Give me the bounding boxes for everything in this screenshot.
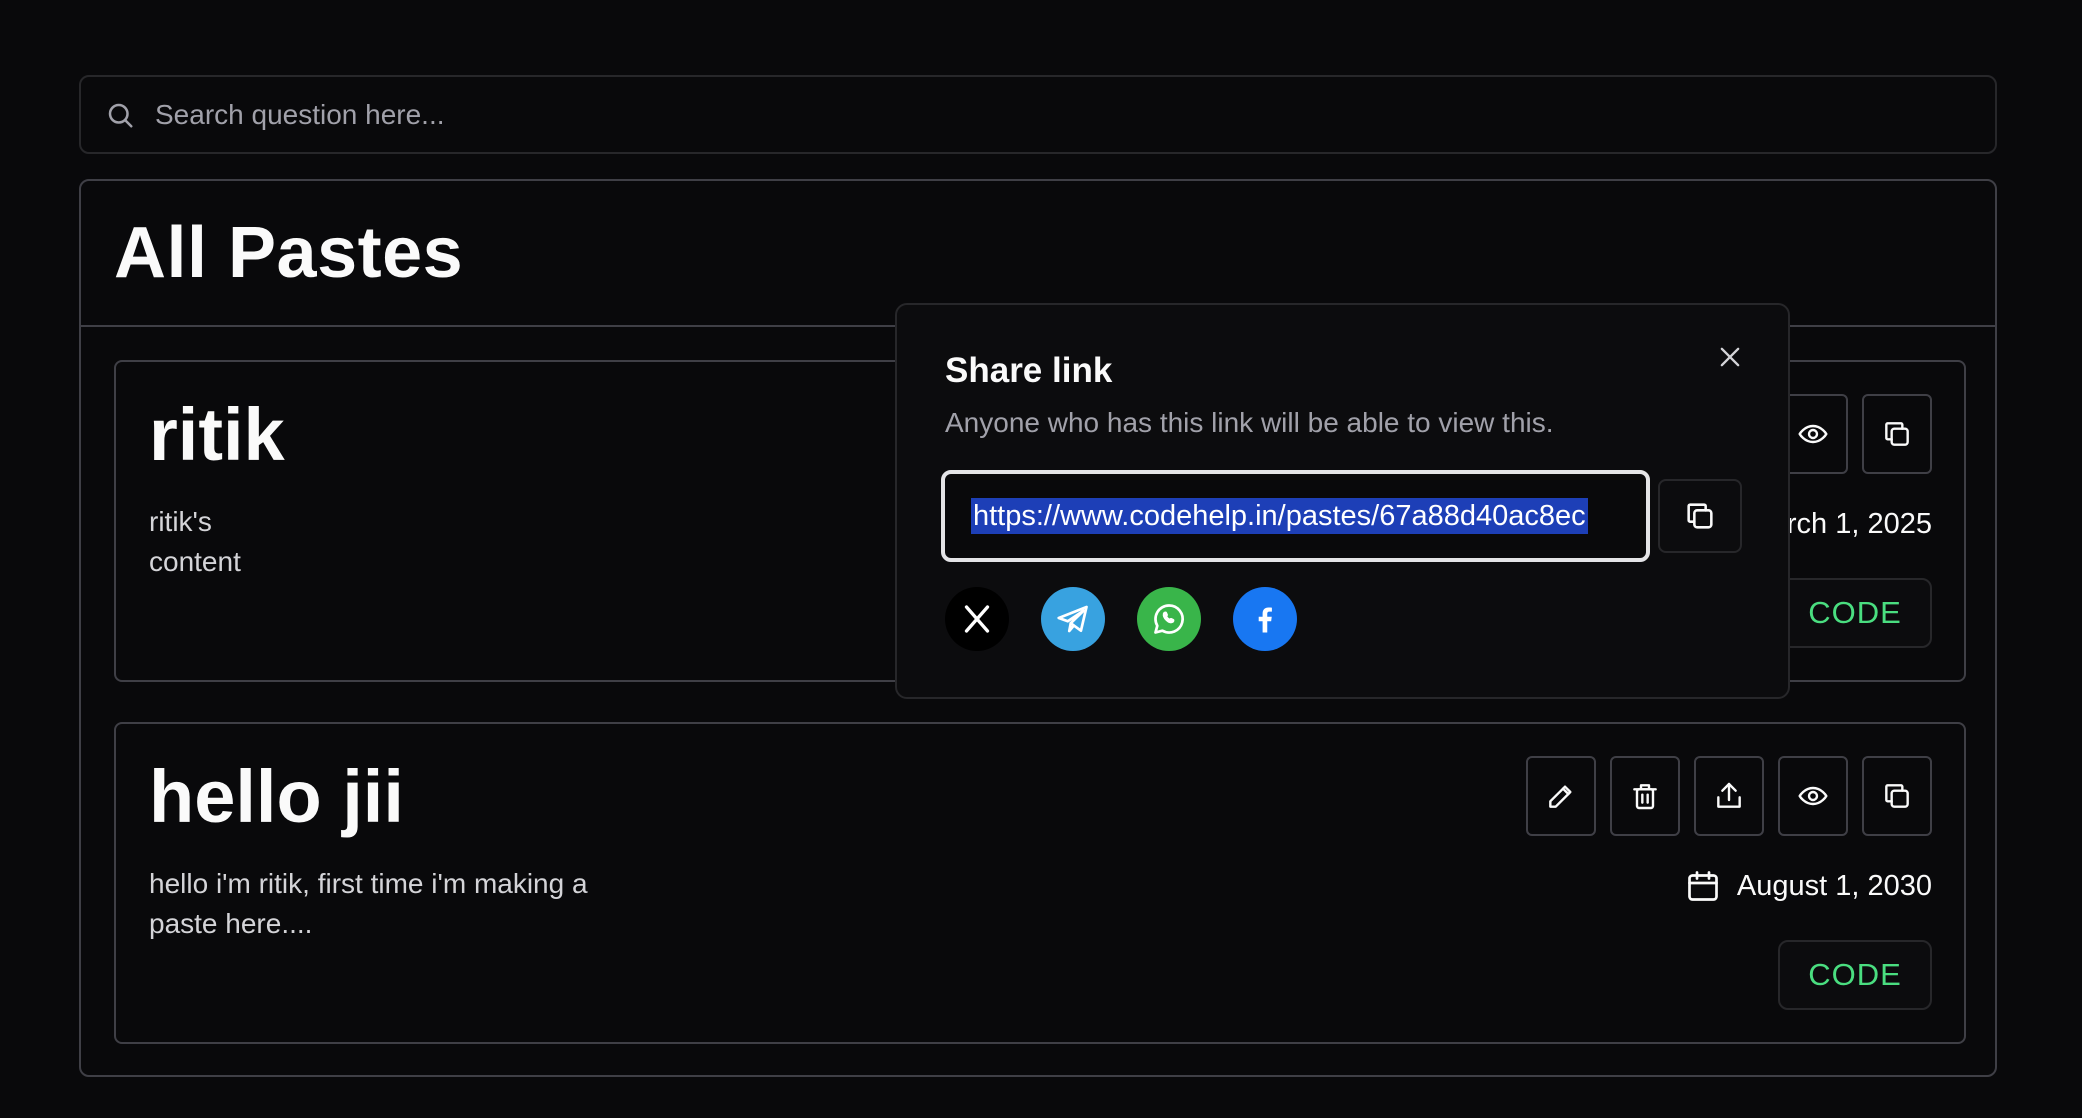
delete-button[interactable] (1610, 756, 1680, 836)
whatsapp-icon (1154, 604, 1184, 634)
paste-card: hello jii hello i'm ritik, first time i'… (114, 722, 1966, 1044)
share-facebook-button[interactable] (1233, 587, 1297, 651)
paste-date-text: August 1, 2030 (1736, 869, 1932, 902)
close-icon (1720, 347, 1740, 367)
copy-button[interactable] (1862, 394, 1932, 474)
search-icon (108, 103, 133, 127)
page-title: All Pastes (114, 213, 464, 293)
telegram-icon (1057, 605, 1088, 633)
copy-icon (1885, 784, 1909, 808)
view-button[interactable] (1778, 756, 1848, 836)
code-button[interactable]: CODE (1778, 578, 1932, 648)
share-link-input[interactable]: https://www.codehelp.in/pastes/67a88d40a… (941, 470, 1650, 562)
facebook-icon (1258, 607, 1272, 633)
code-button[interactable]: CODE (1778, 940, 1932, 1010)
eye-icon (1798, 786, 1828, 806)
copy-icon (1687, 503, 1713, 529)
share-whatsapp-button[interactable] (1137, 587, 1201, 651)
share-button[interactable] (1694, 756, 1764, 836)
close-button[interactable] (1714, 341, 1746, 373)
calendar-icon (1688, 871, 1718, 901)
paste-title: ritik (149, 393, 285, 476)
share-x-button[interactable] (945, 587, 1009, 651)
paste-content: ritik's content (149, 502, 669, 582)
x-icon (964, 605, 990, 633)
paste-content-line: content (149, 546, 241, 577)
copy-button[interactable] (1862, 756, 1932, 836)
paste-date: August 1, 2030 (1685, 868, 1932, 904)
pencil-icon (1549, 785, 1572, 808)
copy-link-button[interactable] (1658, 479, 1742, 553)
social-share-buttons (945, 587, 1297, 651)
share-link-text: https://www.codehelp.in/pastes/67a88d40a… (971, 498, 1588, 534)
copy-icon (1885, 422, 1909, 446)
share-icon (1717, 782, 1741, 808)
paste-content-line: ritik's (149, 506, 212, 537)
search-input[interactable] (155, 98, 1955, 131)
dialog-description: Anyone who has this link will be able to… (945, 407, 1554, 438)
share-telegram-button[interactable] (1041, 587, 1105, 651)
dialog-title: Share link (945, 351, 1113, 390)
paste-content: hello i'm ritik, first time i'm making a… (149, 864, 669, 944)
eye-icon (1798, 424, 1828, 444)
search-bar[interactable] (79, 75, 1997, 154)
edit-button[interactable] (1526, 756, 1596, 836)
trash-icon (1633, 784, 1657, 810)
paste-actions (1526, 756, 1932, 836)
share-link-dialog: Share link Anyone who has this link will… (895, 303, 1790, 699)
paste-content-line: hello i'm ritik, first time i'm making a (149, 868, 588, 899)
paste-title: hello jii (149, 755, 404, 838)
paste-content-line: paste here.... (149, 908, 313, 939)
